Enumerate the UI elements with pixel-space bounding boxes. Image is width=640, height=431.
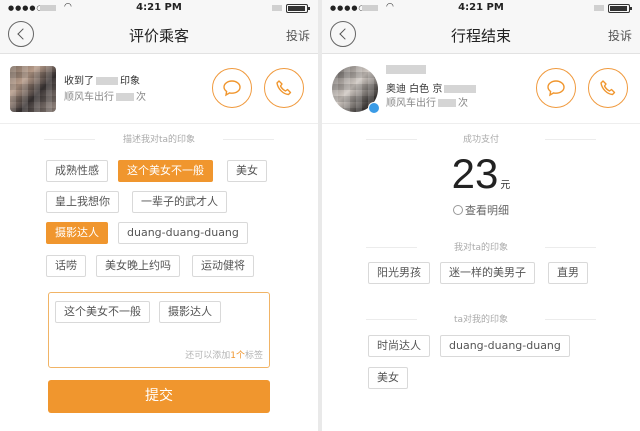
redacted-plate <box>444 85 477 93</box>
impression-count: 收到了 印象 <box>64 72 140 87</box>
hint-suffix: 标签 <box>244 351 263 361</box>
chosen-tag[interactable]: 这个美女不一般 <box>55 301 150 323</box>
amount-value: 23 <box>451 150 499 197</box>
chat-bubble-icon <box>547 80 565 97</box>
nav-bar: 评价乘客 投诉 <box>0 16 318 54</box>
tag-option[interactable]: 成熟性感 <box>46 160 108 182</box>
tag-option[interactable]: 一辈子的武才人 <box>132 191 227 213</box>
trip-count: 顺风车出行 次 <box>64 88 146 103</box>
impression-tag: 美女 <box>368 367 408 389</box>
impression-section-label: 描述我对ta的印象 <box>44 132 274 145</box>
impression-suffix: 印象 <box>120 76 140 87</box>
redacted-name <box>386 64 426 74</box>
tag-option[interactable]: duang-duang-duang <box>118 222 248 244</box>
tag-option[interactable]: 皇上我想你 <box>46 191 119 213</box>
page-title: 行程结束 <box>450 27 511 45</box>
trip-ended-screen: ●●●●○ ◠ 4:21 PM 行程结束 投诉 奥迪 白色 京 顺风车出行 次 成… <box>322 0 640 431</box>
battery-percent <box>272 5 282 11</box>
tag-option-selected[interactable]: 这个美女不一般 <box>118 160 213 182</box>
trip-suffix: 次 <box>136 92 146 103</box>
amount-unit: 元 <box>500 180 511 191</box>
impression-prefix: 收到了 <box>64 76 94 87</box>
nav-bar: 行程结束 投诉 <box>322 16 640 54</box>
receipt-icon <box>453 205 463 215</box>
selected-tags-box[interactable]: 这个美女不一般 摄影达人 还可以添加1个标签 <box>48 292 270 368</box>
tag-option-selected[interactable]: 摄影达人 <box>46 222 108 244</box>
tag-limit-hint: 还可以添加1个标签 <box>185 348 263 361</box>
status-bar: ●●●●○ ◠ 4:21 PM <box>322 0 640 16</box>
driver-name <box>386 64 426 75</box>
chosen-tag[interactable]: 摄影达人 <box>159 301 221 323</box>
submit-button[interactable]: 提交 <box>48 380 270 413</box>
tag-option[interactable]: 运动健将 <box>192 255 254 277</box>
status-time: 4:21 PM <box>136 2 182 13</box>
complain-button[interactable]: 投诉 <box>608 27 632 44</box>
battery-icon <box>286 4 310 13</box>
view-detail-link[interactable]: 查看明细 <box>322 202 640 218</box>
rate-passenger-screen: ●●●●○ ◠ 4:21 PM 评价乘客 投诉 收到了 印象 顺风车出行 次 描述我… <box>0 0 318 431</box>
chat-bubble-icon <box>223 80 241 97</box>
their-impression-label: ta对我的印象 <box>366 312 596 325</box>
phone-icon <box>276 80 292 96</box>
redacted-trips <box>438 99 456 107</box>
phone-icon <box>600 80 616 96</box>
avatar <box>10 66 56 112</box>
tag-option[interactable]: 美女 <box>227 160 267 182</box>
complain-button[interactable]: 投诉 <box>286 27 310 44</box>
redacted-count <box>96 77 118 85</box>
impression-tag: 迷一样的美男子 <box>440 262 535 284</box>
battery-percent <box>594 5 604 11</box>
trip-suffix: 次 <box>458 98 468 109</box>
payment-amount: 23 元 <box>322 150 640 198</box>
message-button[interactable] <box>536 68 576 108</box>
hint-prefix: 还可以添加 <box>185 351 231 361</box>
battery-icon <box>608 4 632 13</box>
status-bar: ●●●●○ ◠ 4:21 PM <box>0 0 318 16</box>
message-button[interactable] <box>212 68 252 108</box>
impression-tag: 直男 <box>548 262 588 284</box>
trip-count: 顺风车出行 次 <box>386 94 468 109</box>
impression-tag: 阳光男孩 <box>368 262 430 284</box>
verified-badge <box>368 102 380 114</box>
trip-prefix: 顺风车出行 <box>64 92 114 103</box>
tag-option[interactable]: 话唠 <box>46 255 86 277</box>
passenger-card: 收到了 印象 顺风车出行 次 <box>0 54 318 124</box>
call-button[interactable] <box>588 68 628 108</box>
car-info: 奥迪 白色 京 <box>386 80 478 95</box>
impression-tag: duang-duang-duang <box>440 335 570 357</box>
tag-option[interactable]: 美女晚上约吗 <box>96 255 180 277</box>
trip-prefix: 顺风车出行 <box>386 98 436 109</box>
detail-label: 查看明细 <box>465 204 509 217</box>
status-time: 4:21 PM <box>458 2 504 13</box>
page-title: 评价乘客 <box>128 27 189 45</box>
redacted-trips <box>116 93 134 101</box>
driver-card: 奥迪 白色 京 顺风车出行 次 <box>322 54 640 124</box>
payment-section-label: 成功支付 <box>366 132 596 145</box>
hint-count: 1个 <box>230 351 245 361</box>
impression-tag: 时尚达人 <box>368 335 430 357</box>
call-button[interactable] <box>264 68 304 108</box>
my-impression-label: 我对ta的印象 <box>366 240 596 253</box>
